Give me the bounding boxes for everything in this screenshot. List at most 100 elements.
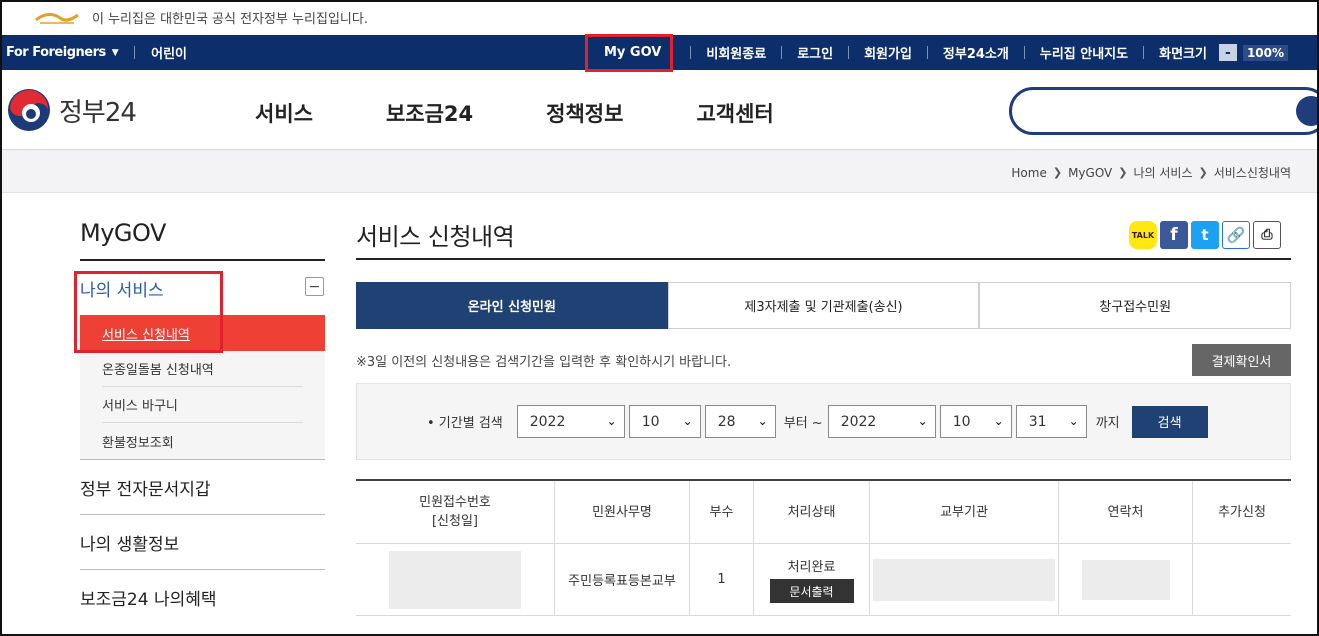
chevron-down-icon: ⌄ [757,414,768,428]
from-month-select[interactable]: 10 ⌄ [628,405,701,438]
divider [1143,46,1145,59]
col-apply-date-label: [신청일] [431,514,479,529]
search-input[interactable] [1009,87,1319,135]
col-receipt-number: 민원접수번호 [신청일] [356,481,555,543]
to-year-select[interactable]: 2022 ⌄ [827,405,936,438]
breadcrumb-mygov[interactable]: MyGOV [1068,166,1112,180]
chevron-right-icon: ❯ [1052,166,1063,179]
side-nav-group-my-services[interactable]: 나의 서비스 − [80,261,325,315]
zoom-value: 100% [1242,44,1289,61]
blurred-contact [1081,559,1170,600]
col-issuing-agency: 교부기관 [870,481,1059,543]
from-month-value: 10 [641,413,660,430]
signup-link[interactable]: 회원가입 [864,43,912,62]
breadcrumb-my-services[interactable]: 나의 서비스 [1133,164,1192,181]
chevron-down-icon: ⌄ [1068,414,1079,428]
screen-size-label: 화면크기 [1159,47,1207,62]
kakaotalk-share-icon[interactable]: TALK [1129,221,1157,249]
table-header-row: 민원접수번호 [신청일] 민원사무명 부수 처리상태 교부기관 연락처 추가신청 [356,481,1291,544]
search-icon[interactable] [1296,96,1319,126]
side-nav-sublist: 온종일돌봄 신청내역 서비스 바구니 환불정보조회 [80,351,325,459]
breadcrumb-band: Home ❯ MyGOV ❯ 나의 서비스 ❯ 서비스신청내역 [2,151,1317,193]
chevron-down-icon: ⌄ [606,414,617,428]
period-search-label: • 기간별 검색 [427,416,503,431]
site-logo[interactable]: 정부24 [7,88,137,132]
side-nav-menu-benefits[interactable]: 보조금24 나의혜택 [80,569,325,624]
guest-logout-link[interactable]: 비회원종료 [706,43,766,62]
gnb-services[interactable]: 서비스 [255,98,313,128]
blurred-agency [873,558,1055,601]
tab-bar: 온라인 신청민원 제3자제출 및 기관제출(송신) 창구접수민원 [356,282,1292,329]
applications-table: 민원접수번호 [신청일] 민원사무명 부수 처리상태 교부기관 연락처 추가신청… [356,479,1291,616]
collapse-icon[interactable]: − [305,277,324,296]
chevron-down-icon: ⌄ [917,414,928,428]
gnb-policy-info[interactable]: 정책정보 [546,98,623,128]
contact-cell [1059,544,1193,615]
chevron-down-icon: ⌄ [993,414,1004,428]
col-status: 처리상태 [754,481,870,543]
until-text: 까지 [1095,416,1120,431]
caret-down-icon: ▼ [111,47,119,58]
tab-counter-applications[interactable]: 창구접수민원 [979,282,1292,329]
payment-receipt-button[interactable]: 결제확인서 [1192,344,1291,376]
divider [1023,46,1025,59]
from-year-select[interactable]: 2022 ⌄ [516,405,625,438]
to-month-select[interactable]: 10 ⌄ [939,405,1012,438]
egov-logo-icon [35,12,79,24]
breadcrumb-home[interactable]: Home [1011,166,1046,180]
facebook-share-icon[interactable]: f [1160,221,1188,249]
divider [848,46,850,59]
side-nav-item-refund[interactable]: 환불정보조회 [102,423,303,459]
breadcrumb: Home ❯ MyGOV ❯ 나의 서비스 ❯ 서비스신청내역 [1011,164,1291,181]
breadcrumb-current: 서비스신청내역 [1213,166,1291,180]
to-day-select[interactable]: 31 ⌄ [1015,405,1087,438]
col-contact: 연락처 [1059,481,1193,543]
notice-text: ※3일 이전의 신청내용은 검색기간을 입력한 후 확인하시기 바랍니다. [356,355,732,370]
status-cell: 처리완료 문서출력 [754,544,870,615]
col-additional-request: 추가신청 [1218,504,1266,520]
mygov-link[interactable]: My GOV [590,40,675,66]
kids-link[interactable]: 어린이 [151,43,187,62]
main-nav: 서비스 보조금24 정책정보 고객센터 [255,98,847,128]
receipt-number-cell [356,544,555,615]
side-nav-menu-wallet[interactable]: 정부 전자문서지갑 [80,459,325,514]
gnb-customer-center[interactable]: 고객센터 [696,98,773,128]
about-link[interactable]: 정부24소개 [943,43,1009,62]
from-day-select[interactable]: 28 ⌄ [704,405,776,438]
main-content: 서비스 신청내역 TALK f t 🔗 ⎙ 온라인 신청민원 제3자제출 및 기… [356,213,1292,616]
zoom-out-button[interactable]: - [1218,44,1237,61]
period-search-button[interactable]: 검색 [1131,405,1208,438]
side-nav-item-basket[interactable]: 서비스 바구니 [102,387,303,423]
status-text: 처리완료 [787,560,836,575]
for-foreigners-menu[interactable]: For Foreigners ▼ [6,45,119,60]
side-nav-item-service-history[interactable]: 서비스 신청내역 [80,315,325,351]
chevron-right-icon: ❯ [1118,166,1128,179]
to-month-value: 10 [952,413,971,430]
utility-bar: For Foreigners ▼ 어린이 My GOV 비회원종료 로그인 회원… [2,35,1317,70]
site-logo-text: 정부24 [59,97,137,128]
print-document-button[interactable]: 문서출력 [769,579,854,603]
side-nav-item-care[interactable]: 온종일돌봄 신청내역 [102,351,303,387]
link-copy-icon[interactable]: 🔗 [1222,221,1250,249]
tab-third-party-submission[interactable]: 제3자제출 및 기관제출(송신) [667,282,980,329]
col-copies: 부수 [690,481,754,543]
chevron-down-icon: ⌄ [682,414,693,428]
twitter-share-icon[interactable]: t [1191,221,1219,249]
login-link[interactable]: 로그인 [797,43,833,62]
sitemap-link[interactable]: 누리집 안내지도 [1040,43,1128,62]
from-day-value: 28 [717,413,736,430]
print-icon[interactable]: ⎙ [1253,221,1281,249]
gov-banner-text: 이 누리집은 대한민국 공식 전자정부 누리집입니다. [92,12,368,27]
gnb-subsidy24[interactable]: 보조금24 [386,98,473,128]
from-year-value: 2022 [529,413,566,430]
tab-online-applications[interactable]: 온라인 신청민원 [356,282,668,329]
to-day-value: 31 [1028,413,1047,430]
copies-cell: 1 [690,544,754,615]
side-nav-title: MyGOV [80,215,325,261]
divider [926,46,928,59]
from-text: 부터 ~ [783,416,823,431]
divider [690,46,692,59]
for-foreigners-label: For Foreigners [6,45,106,60]
side-nav-menu-life-info[interactable]: 나의 생활정보 [80,514,325,569]
divider [134,46,136,59]
